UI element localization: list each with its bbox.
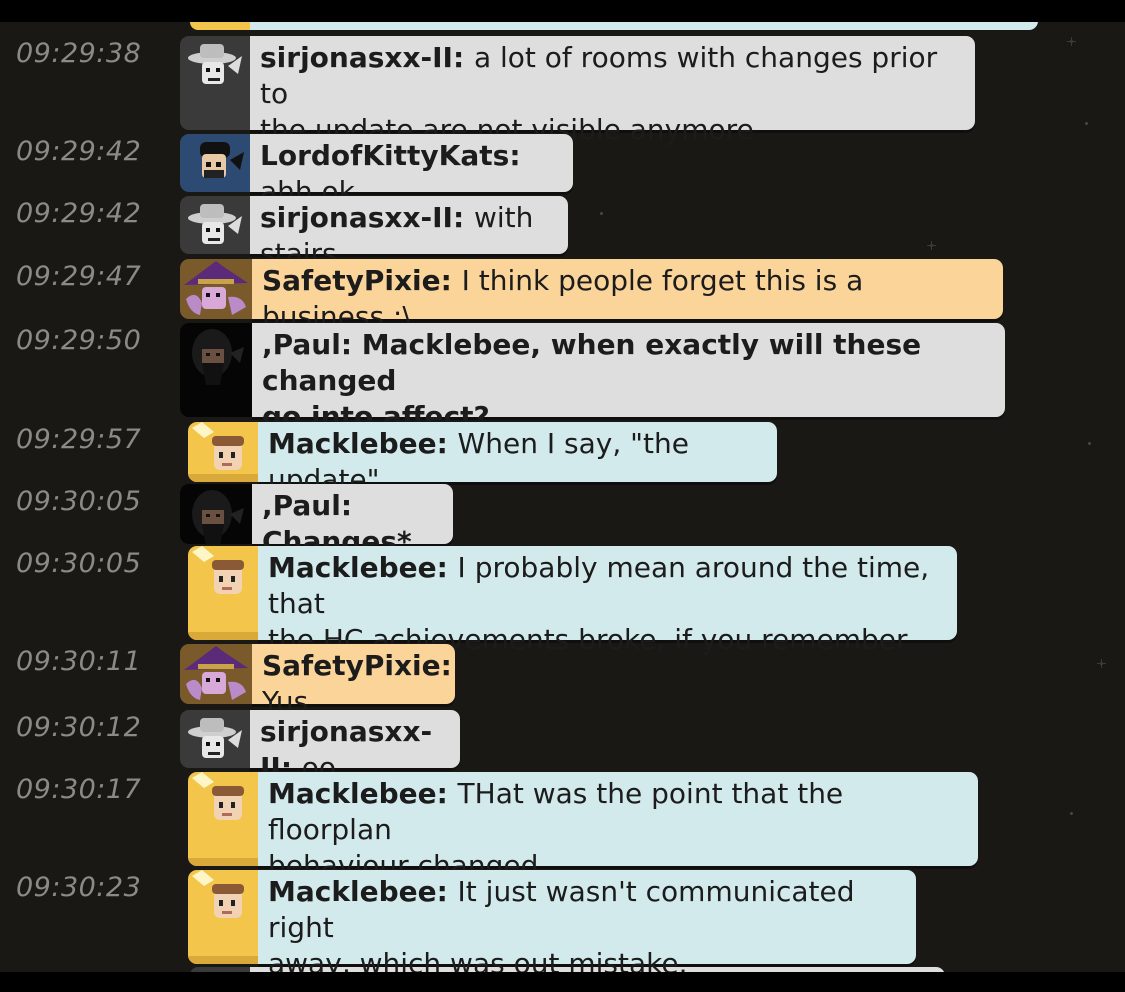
chat-message-row: 09:30:12 sirjonasxx-II: oo <box>0 710 1125 784</box>
witch-hat-avatar[interactable] <box>180 644 252 704</box>
chat-message-row: 09:29:57 Macklebee: When I say, "the upd… <box>0 422 1125 496</box>
message-timestamp: 09:30:11 <box>16 646 142 677</box>
chat-message-row: 09:30:23 Macklebee: It just wasn't commu… <box>0 870 1125 972</box>
message-username[interactable]: SafetyPixie <box>262 649 441 682</box>
message-timestamp: 09:30:17 <box>16 774 142 805</box>
chat-bubble: SafetyPixie: Yus <box>252 644 455 718</box>
chat-message-row: 09:30:05 ,Paul: Changes* <box>0 484 1125 558</box>
chat-message-row: 09:30:17 Macklebee: THat was the point t… <box>0 772 1125 882</box>
staff-avatar[interactable] <box>188 422 258 482</box>
chat-bubble: ,Paul: Macklebee, when exactly will thes… <box>252 323 1005 433</box>
message-timestamp: 09:29:57 <box>16 424 142 455</box>
chat-bubble: Macklebee: When I say, "the update". <box>258 422 777 496</box>
chat-log: 09:29:38 sirjonasxx-II: a lot of rooms w… <box>0 22 1125 972</box>
chat-message-row: 09:29:38 sirjonasxx-II: a lot of rooms w… <box>0 36 1125 146</box>
message-timestamp: 09:30:12 <box>16 712 142 743</box>
chat-message-row: 09:30:05 Macklebee: I probably mean arou… <box>0 546 1125 692</box>
chat-bubble: sirjonasxx-II: a lot of rooms with chang… <box>250 36 975 146</box>
staff-avatar[interactable] <box>188 772 258 866</box>
cowboy-hat-avatar[interactable] <box>180 196 250 254</box>
cowboy-hat-avatar[interactable] <box>180 36 250 130</box>
partial-avatar-bottom <box>190 967 250 972</box>
message-timestamp: 09:30:23 <box>16 872 142 903</box>
message-username[interactable]: sirjonasxx-II <box>260 201 453 234</box>
chat-message-row: 09:29:50 ,Paul: Macklebee, when exactly … <box>0 323 1125 433</box>
message-username[interactable]: SafetyPixie <box>262 264 441 297</box>
chat-bubble: ,Paul: Changes* <box>252 484 453 558</box>
hooded-beard-avatar[interactable] <box>180 484 252 544</box>
message-timestamp: 09:29:42 <box>16 136 142 167</box>
message-timestamp: 09:29:47 <box>16 261 142 292</box>
message-timestamp: 09:29:42 <box>16 198 142 229</box>
chat-bubble: sirjonasxx-II: with stairs <box>250 196 568 270</box>
hooded-beard-avatar[interactable] <box>180 323 252 417</box>
chat-message-row: 09:29:47 SafetyPixie: I think people for… <box>0 259 1125 333</box>
message-username[interactable]: Macklebee <box>268 777 437 810</box>
message-username[interactable]: ,Paul <box>262 328 341 361</box>
message-timestamp: 09:30:05 <box>16 486 142 517</box>
message-timestamp: 09:29:50 <box>16 325 142 356</box>
chat-bubble: Macklebee: It just wasn't communicated r… <box>258 870 916 972</box>
chat-message-row: 09:29:42 LordofKittyKats: ahh ok <box>0 134 1125 208</box>
message-username[interactable]: Macklebee <box>268 427 437 460</box>
chat-bubble: Macklebee: THat was the point that the f… <box>258 772 978 882</box>
witch-hat-avatar[interactable] <box>180 259 252 319</box>
chat-bubble: Macklebee: I probably mean around the ti… <box>258 546 957 692</box>
staff-avatar[interactable] <box>188 870 258 964</box>
message-username[interactable]: LordofKittyKats <box>260 139 509 172</box>
cowboy-hat-avatar[interactable] <box>180 710 250 768</box>
dark-hair-avatar[interactable] <box>180 134 250 192</box>
partial-avatar-top <box>190 22 250 30</box>
message-text-continued: away, which was out mistake. <box>268 947 688 972</box>
chat-bubble: sirjonasxx-II: oo <box>250 710 460 784</box>
partial-bubble-top <box>250 22 1038 30</box>
chat-message-row: 09:29:42 sirjonasxx-II: with stairs <box>0 196 1125 270</box>
staff-avatar[interactable] <box>188 546 258 640</box>
chat-bubble: LordofKittyKats: ahh ok <box>250 134 573 208</box>
message-timestamp: 09:29:38 <box>16 38 142 69</box>
message-username[interactable]: Macklebee <box>268 875 437 908</box>
message-username[interactable]: Macklebee <box>268 551 437 584</box>
message-timestamp: 09:30:05 <box>16 548 142 579</box>
message-text: Macklebee, when exactly will these chang… <box>262 328 922 397</box>
message-username[interactable]: sirjonasxx-II <box>260 41 453 74</box>
message-username[interactable]: ,Paul <box>262 489 341 522</box>
chat-message-row: 09:30:11 SafetyPixie: Yus <box>0 644 1125 718</box>
chat-bubble: SafetyPixie: I think people forget this … <box>252 259 1003 333</box>
